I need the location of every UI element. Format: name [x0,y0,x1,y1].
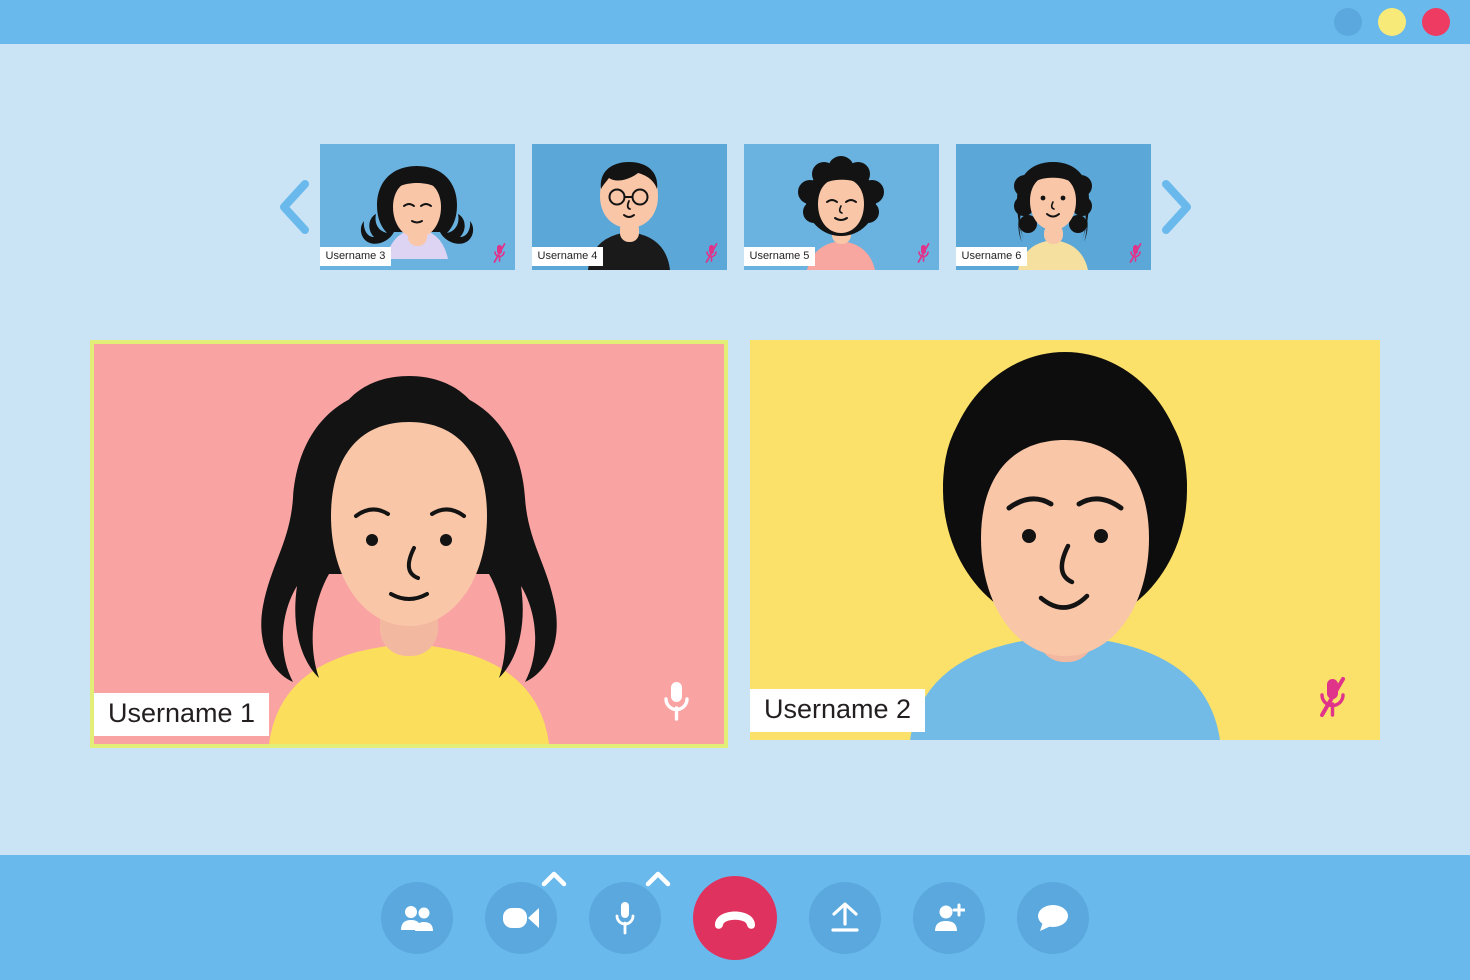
call-control-toolbar [0,855,1470,980]
chat-button[interactable] [1017,881,1089,954]
chevron-up-icon[interactable] [645,870,671,888]
thumbnail-username-4[interactable]: Username 4 [531,144,727,270]
strip-prev-button[interactable] [268,172,320,242]
thumbnail-label: Username 4 [531,247,604,266]
chevron-up-icon[interactable] [541,870,567,888]
thumbnail-label: Username 5 [743,247,816,266]
upload-arrow-icon [831,901,859,932]
tile-label: Username 2 [750,689,926,732]
mic-muted-icon [1320,677,1345,717]
mic-muted-icon [917,243,929,263]
mic-muted-icon [1129,243,1141,263]
chevron-left-icon [279,180,309,234]
thumbnail-label: Username 3 [319,247,392,266]
people-icon [401,905,433,931]
avatar-username-1 [94,344,724,744]
mic-muted-icon [493,243,505,263]
thumbnail-list: Username 3 Username 4 Username 5 Usernam… [319,144,1151,270]
minimize-button[interactable] [1334,8,1362,36]
tile-label: Username 1 [94,693,270,736]
person-add-icon [935,903,965,931]
microphone-button[interactable] [589,871,671,954]
thumbnail-username-5[interactable]: Username 5 [743,144,939,270]
add-participant-button[interactable] [913,881,985,954]
microphone-icon [615,901,635,934]
strip-next-button[interactable] [1151,172,1203,242]
main-video-stage: Username 1 Username 2 [0,340,1470,758]
camera-button[interactable] [485,871,567,954]
phone-hangup-icon [715,911,755,929]
mic-muted-icon [705,243,717,263]
window-titlebar [0,0,1470,44]
share-screen-button[interactable] [809,881,881,954]
close-button[interactable] [1422,8,1450,36]
video-camera-icon [503,907,539,928]
end-call-button[interactable] [693,875,777,960]
maximize-button[interactable] [1378,8,1406,36]
video-call-window: Username 3 Username 4 Username 5 Usernam… [0,0,1470,980]
window-controls [1334,8,1450,36]
thumbnail-label: Username 6 [955,247,1028,266]
avatar-username-2 [750,340,1380,740]
video-tile-username-1[interactable]: Username 1 [90,340,728,748]
participants-button[interactable] [381,881,453,954]
mic-on-icon [664,682,689,721]
participant-thumbnail-strip: Username 3 Username 4 Username 5 Usernam… [0,144,1470,270]
thumbnail-username-3[interactable]: Username 3 [319,144,515,270]
chevron-right-icon [1161,180,1191,234]
video-tile-username-2[interactable]: Username 2 [750,340,1380,740]
chat-bubble-icon [1038,904,1068,931]
thumbnail-username-6[interactable]: Username 6 [955,144,1151,270]
